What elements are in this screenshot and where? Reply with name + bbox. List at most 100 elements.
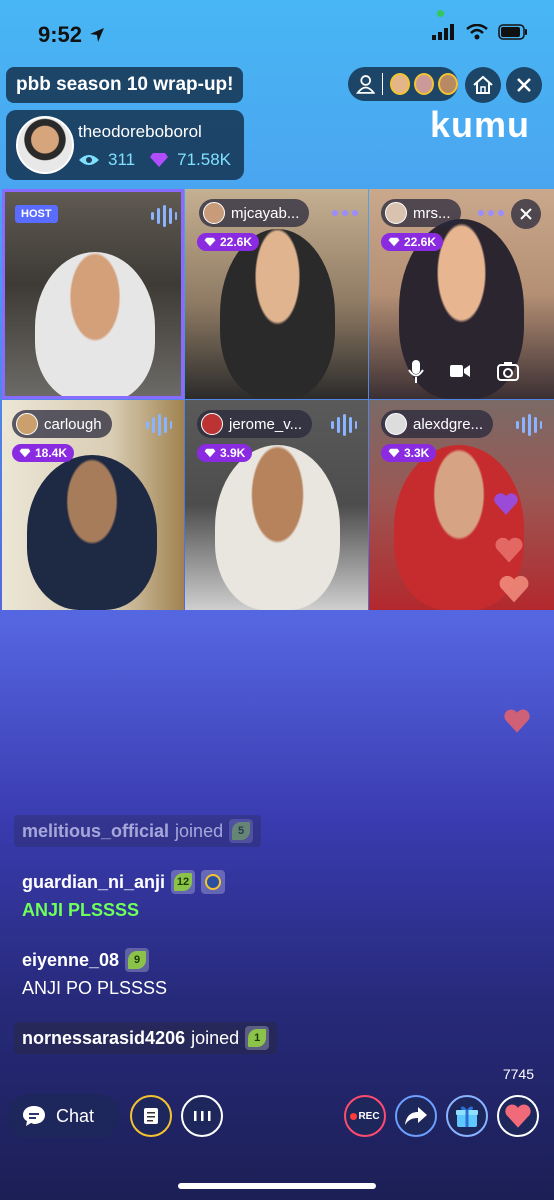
chat-message-text: ANJI PLSSSS: [22, 900, 140, 920]
eye-icon: [79, 155, 99, 165]
level-badge: 5: [229, 819, 254, 843]
remove-participant-button[interactable]: [511, 199, 541, 229]
wifi-icon: [466, 24, 488, 40]
chat-message-header: guardian_ni_anji 12: [22, 870, 226, 894]
like-button[interactable]: [497, 1095, 539, 1137]
video-person: [215, 445, 340, 610]
participant-avatar: [203, 202, 225, 224]
participant-avatar: [16, 413, 38, 435]
chat-button[interactable]: Chat: [8, 1094, 120, 1138]
participant-name-pill[interactable]: jerome_v...: [197, 410, 313, 438]
microphone-icon[interactable]: [407, 359, 425, 385]
video-tile[interactable]: carlough 18.4K: [2, 400, 184, 610]
participant-gem-pill: 22.6K: [197, 233, 260, 251]
participant-name-pill[interactable]: mrs...: [381, 199, 461, 227]
video-tile[interactable]: mjcayab... 22.6K: [185, 189, 368, 399]
level-badge-number: 9: [128, 951, 147, 969]
gem-count: 71.58K: [177, 150, 231, 169]
stream-title: pbb season 10 wrap-up!: [6, 67, 244, 103]
host-badge: HOST: [15, 205, 58, 223]
participant-name: jerome_v...: [229, 415, 303, 433]
participant-avatar: [385, 413, 407, 435]
more-options-button[interactable]: [181, 1095, 223, 1137]
chat-username[interactable]: nornessarasid4206: [22, 1028, 185, 1049]
battery-icon: [498, 24, 527, 40]
audio-wave-icon: [146, 414, 172, 436]
gem-icon: [19, 448, 31, 458]
status-icons: [432, 24, 528, 40]
audio-wave-icon: [331, 414, 357, 436]
participant-name-pill[interactable]: alexdgre...: [381, 410, 494, 438]
home-button[interactable]: [465, 67, 501, 103]
video-tile[interactable]: jerome_v... 3.9K: [185, 400, 368, 610]
host-name: theodoreboborol: [78, 122, 202, 141]
top-viewer-avatar: [414, 73, 435, 95]
participant-name: alexdgre...: [413, 415, 484, 433]
share-button[interactable]: [395, 1095, 437, 1137]
gem-icon: [388, 448, 400, 458]
viewers-list-button[interactable]: [348, 67, 458, 101]
kumu-logo: kumu: [430, 104, 531, 145]
close-icon: [517, 78, 531, 92]
participant-name-pill[interactable]: carlough: [12, 410, 112, 438]
participant-gem-count: 3.3K: [404, 446, 430, 460]
audio-dots-icon: [332, 210, 358, 216]
video-person: [35, 252, 155, 396]
participant-name: mrs...: [413, 204, 451, 222]
chat-bubble-icon: [23, 1106, 45, 1126]
person-icon: [356, 75, 376, 94]
level-badge-number: 1: [248, 1029, 267, 1047]
fan-badge: [201, 870, 226, 894]
home-indicator[interactable]: [178, 1183, 376, 1189]
participant-gem-count: 3.9K: [220, 446, 246, 460]
heart-icon: [505, 1104, 531, 1128]
audio-wave-icon: [516, 414, 542, 436]
location-arrow-icon: [90, 28, 105, 42]
record-button[interactable]: REC: [344, 1095, 386, 1137]
chat-message-text: ANJI PO PLSSSS: [22, 978, 168, 998]
video-camera-icon[interactable]: [449, 363, 471, 379]
chat-join-text: joined: [175, 820, 224, 841]
share-arrow-icon: [405, 1107, 427, 1125]
host-stats: 311 71.58K: [78, 150, 231, 170]
top-viewer-avatar: [390, 73, 411, 95]
level-badge-number: 12: [174, 873, 193, 891]
status-time: 9:52: [38, 22, 106, 48]
video-tile-host[interactable]: HOST: [2, 189, 184, 399]
switch-camera-icon[interactable]: [497, 361, 519, 381]
close-stream-button[interactable]: [506, 67, 542, 103]
video-tile-self[interactable]: mrs... 22.6K: [369, 189, 554, 399]
level-badge-number: 5: [232, 822, 251, 840]
gem-icon: [204, 237, 216, 247]
chat-button-label: Chat: [56, 1105, 95, 1126]
participant-gem-count: 22.6K: [220, 235, 253, 249]
participant-avatar: [201, 413, 223, 435]
record-dot-icon: [350, 1112, 358, 1120]
chat-username[interactable]: eiyenne_08: [22, 950, 119, 971]
chat-join-message: melitious_official joined 5: [14, 815, 262, 847]
chat-username[interactable]: guardian_ni_anji: [22, 872, 165, 893]
scroll-button[interactable]: [130, 1095, 172, 1137]
gift-button[interactable]: [446, 1095, 488, 1137]
host-card[interactable]: theodoreboborol 311 71.58K: [6, 110, 244, 180]
close-icon: [520, 208, 532, 220]
audio-dots-icon: [478, 210, 504, 216]
viewer-count: 311: [108, 150, 136, 169]
participant-gem-pill: 18.4K: [12, 444, 75, 462]
participant-gem-count: 22.6K: [404, 235, 437, 249]
clock-text: 9:52: [38, 22, 83, 47]
participant-name: carlough: [44, 415, 102, 433]
participant-name: mjcayab...: [231, 204, 300, 222]
level-badge: 9: [125, 948, 150, 972]
floating-heart-icon: [494, 493, 518, 515]
cellular-signal-icon: [432, 24, 454, 40]
participant-name-pill[interactable]: mjcayab...: [199, 199, 310, 227]
chat-username[interactable]: melitious_official: [22, 821, 169, 842]
level-badge: 12: [171, 870, 196, 894]
gem-icon: [388, 237, 400, 247]
participant-gem-pill: 22.6K: [381, 233, 444, 251]
participant-gem-pill: 3.9K: [197, 444, 253, 462]
crest-icon: [205, 874, 222, 890]
top-viewer-avatar: [438, 73, 458, 95]
host-avatar[interactable]: [16, 116, 74, 174]
